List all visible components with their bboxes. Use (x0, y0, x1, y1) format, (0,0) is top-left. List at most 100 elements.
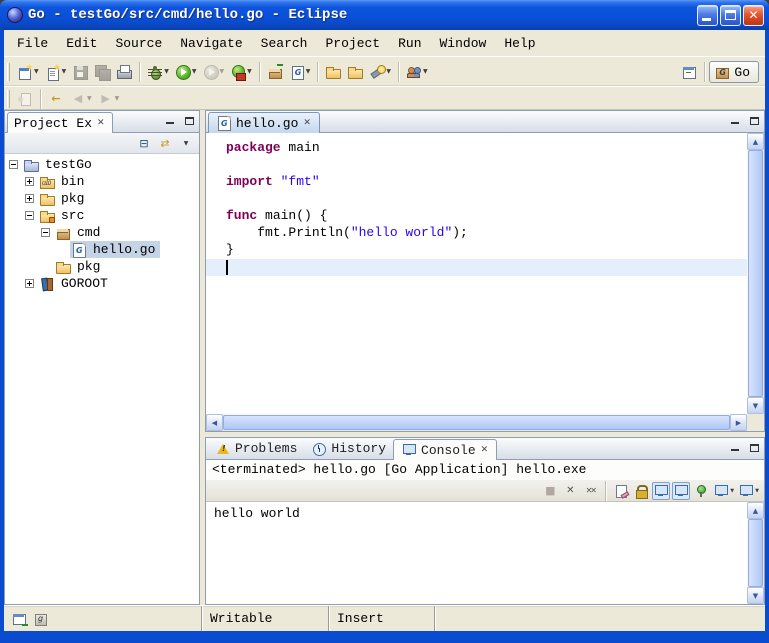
scroll-down-button[interactable]: ▼ (747, 397, 764, 414)
forward-button[interactable]: ▶▼ (95, 87, 123, 111)
tab-problems[interactable]: Problems (208, 438, 304, 459)
save-all-button[interactable] (91, 60, 113, 84)
pin-console-button[interactable] (692, 482, 710, 500)
menu-run[interactable]: Run (389, 33, 430, 54)
menu-help[interactable]: Help (495, 33, 544, 54)
new-go-source-button[interactable]: ▼ (286, 60, 314, 84)
close-button[interactable]: ✕ (743, 5, 764, 26)
tab-close-icon[interactable]: ✕ (480, 445, 490, 455)
editor-vertical-scrollbar[interactable]: ▲ ▼ (747, 133, 764, 414)
console-vertical-scrollbar[interactable]: ▲ ▼ (747, 502, 764, 604)
menu-source[interactable]: Source (106, 33, 171, 54)
menu-window[interactable]: Window (431, 33, 496, 54)
tab-project-explorer[interactable]: Project Ex ✕ (7, 112, 113, 133)
show-stderr-button[interactable] (672, 482, 690, 500)
tree-item-testgo[interactable]: testGo (5, 156, 199, 173)
menu-navigate[interactable]: Navigate (171, 33, 251, 54)
run-last-button[interactable]: ▼ (200, 60, 228, 84)
tree-item-src[interactable]: src (5, 207, 199, 224)
search-button[interactable]: ▼ (366, 60, 394, 84)
print-button[interactable] (113, 60, 135, 84)
external-tools-button[interactable]: ▼ (227, 60, 255, 84)
scroll-lock-button[interactable] (632, 482, 650, 500)
tab-history[interactable]: History (304, 438, 393, 459)
title-bar[interactable]: Go - testGo/src/cmd/hello.go - Eclipse ✕ (0, 0, 769, 30)
code-line[interactable]: import "fmt" (226, 174, 747, 191)
code-line[interactable] (226, 191, 747, 208)
open-resource-button[interactable] (322, 60, 344, 84)
collapse-expander-icon[interactable] (9, 160, 18, 169)
expand-expander-icon[interactable] (25, 279, 34, 288)
tab-close-icon[interactable]: ✕ (302, 118, 312, 128)
collapse-all-button[interactable]: ⊟ (135, 135, 153, 152)
menu-edit[interactable]: Edit (57, 33, 106, 54)
code-line[interactable]: package main (226, 140, 747, 157)
new-wizard-button[interactable]: ▼ (14, 60, 42, 84)
code-line[interactable]: func main() { (226, 208, 747, 225)
minimize-view-button[interactable] (727, 114, 742, 128)
expand-expander-icon[interactable] (25, 177, 34, 186)
terminate-button[interactable]: ■ (541, 482, 559, 500)
run-button[interactable]: ▼ (172, 60, 200, 84)
collapse-expander-icon[interactable] (25, 211, 34, 220)
tree-item-pkg[interactable]: pkg (5, 190, 199, 207)
view-menu-button[interactable]: ▼ (177, 135, 195, 152)
last-edit-location-button[interactable]: ← (45, 87, 67, 111)
tree-item-hello-go[interactable]: hello.go (5, 241, 199, 258)
open-perspective-button[interactable] (678, 60, 700, 84)
minimize-button[interactable] (697, 5, 718, 26)
go-perspective-button[interactable]: Go (709, 61, 759, 83)
collapse-expander-icon[interactable] (41, 228, 50, 237)
debug-button[interactable]: ▼ (144, 60, 172, 84)
scroll-up-button[interactable]: ▲ (747, 502, 764, 519)
maximize-view-button[interactable] (181, 114, 196, 128)
menu-search[interactable]: Search (252, 33, 317, 54)
statusbar-spacer (434, 606, 765, 631)
dropdown-arrow-icon: ▼ (730, 488, 734, 494)
code-line[interactable] (226, 157, 747, 174)
clear-console-button[interactable] (612, 482, 630, 500)
scrollbar-thumb[interactable] (748, 150, 763, 397)
maximize-button[interactable] (720, 5, 741, 26)
new-go-package-button[interactable] (264, 60, 286, 84)
team-button[interactable]: ▼ (403, 60, 431, 84)
tab-close-icon[interactable]: ✕ (96, 118, 106, 128)
tree-item-goroot[interactable]: GOROOT (5, 275, 199, 292)
scroll-left-button[interactable]: ◀ (206, 414, 223, 431)
tree-item-bin[interactable]: bin (5, 173, 199, 190)
editor-tab-hello-go[interactable]: hello.go ✕ (208, 112, 320, 133)
menu-project[interactable]: Project (316, 33, 389, 54)
scroll-down-button[interactable]: ▼ (747, 587, 764, 604)
scrollbar-thumb[interactable] (748, 519, 763, 587)
menu-file[interactable]: File (8, 33, 57, 54)
maximize-view-button[interactable] (746, 441, 761, 455)
console-output[interactable]: hello world (206, 502, 747, 604)
show-stdout-button[interactable] (652, 482, 670, 500)
maximize-view-button[interactable] (746, 114, 761, 128)
display-selected-console-button[interactable]: ▼ (712, 482, 735, 500)
tree-item-src-pkg[interactable]: pkg (5, 258, 199, 275)
current-code-line[interactable] (206, 259, 747, 276)
code-line[interactable]: fmt.Println("hello world"); (226, 225, 747, 242)
expand-expander-icon[interactable] (25, 194, 34, 203)
scroll-up-button[interactable]: ▲ (747, 133, 764, 150)
scroll-right-button[interactable]: ▶ (730, 414, 747, 431)
open-console-button[interactable]: ▼ (737, 482, 760, 500)
new-go-file-button[interactable]: ▼ (42, 60, 70, 84)
tab-console[interactable]: Console ✕ (393, 439, 497, 460)
save-button[interactable] (69, 60, 91, 84)
minimize-view-button[interactable] (162, 114, 177, 128)
editor-horizontal-scrollbar[interactable]: ◀ ▶ (206, 414, 747, 431)
tree-item-cmd[interactable]: cmd (5, 224, 199, 241)
code-area[interactable]: package main import "fmt" func main() { fm… (206, 133, 747, 414)
scrollbar-thumb[interactable] (223, 415, 730, 430)
open-project-button[interactable] (344, 60, 366, 84)
minimize-view-button[interactable] (727, 441, 742, 455)
remove-launch-button[interactable]: ✕ (561, 482, 579, 500)
link-with-editor-button[interactable]: ⇄ (156, 135, 174, 152)
code-line[interactable]: } (226, 242, 747, 259)
next-annotation-button[interactable] (14, 87, 36, 111)
back-button[interactable]: ◀▼ (67, 87, 95, 111)
fast-view-button[interactable] (12, 611, 28, 627)
remove-all-launches-button[interactable]: ✕✕ (581, 482, 599, 500)
